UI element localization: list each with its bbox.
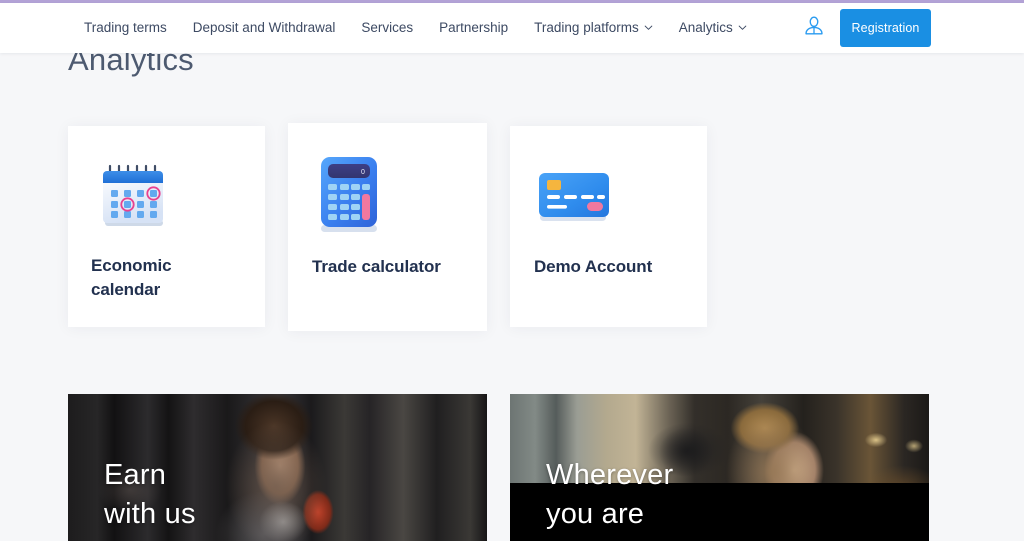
card-demo-account[interactable]: Demo Account <box>510 126 707 327</box>
nav-label: Analytics <box>678 20 733 36</box>
nav-item-services[interactable]: Services <box>361 21 413 35</box>
card-label: Trade calculator <box>312 257 441 276</box>
nav-label: Services <box>361 20 414 36</box>
svg-text:0: 0 <box>361 169 365 176</box>
nav-item-deposit-and-withdrawal[interactable]: Deposit and Withdrawal <box>193 21 336 35</box>
account-button[interactable] <box>792 3 836 53</box>
nav-label: Trading terms <box>84 20 167 36</box>
user-account-icon <box>803 15 825 42</box>
registration-button[interactable]: Registration <box>840 9 931 47</box>
nav-item-trading-platforms[interactable]: Trading platforms <box>534 21 653 35</box>
banner-title: Wherever you are <box>546 459 674 530</box>
page-root: Trading terms Deposit and Withdrawal Ser… <box>0 0 1024 541</box>
banner-title: Earn with us <box>104 459 196 530</box>
nav-item-trading-terms[interactable]: Trading terms <box>84 21 167 35</box>
calculator-icon: 0 <box>317 153 385 235</box>
registration-button-label: Registration <box>851 21 920 35</box>
chevron-down-icon <box>738 23 747 32</box>
card-economic-calendar[interactable]: Economic calendar <box>68 126 265 327</box>
main-navigation: Trading terms Deposit and Withdrawal Ser… <box>84 21 747 35</box>
nav-label: Partnership <box>439 20 509 36</box>
chevron-down-icon <box>644 23 653 32</box>
card-label: Economic calendar <box>91 256 172 300</box>
banner-wherever-you-are[interactable]: Wherever you are <box>510 394 929 541</box>
card-label: Demo Account <box>534 257 653 276</box>
calendar-icon <box>94 158 172 236</box>
credit-card-icon <box>535 169 615 227</box>
card-trade-calculator[interactable]: 0 Trade calculator <box>288 123 487 331</box>
banner-earn-with-us[interactable]: Earn with us <box>68 394 487 541</box>
header-actions: Registration <box>792 3 1024 53</box>
site-header: Trading terms Deposit and Withdrawal Ser… <box>0 3 1024 53</box>
nav-item-analytics[interactable]: Analytics <box>679 21 747 35</box>
nav-label: Trading platforms <box>534 20 639 36</box>
nav-item-partnership[interactable]: Partnership <box>439 21 508 35</box>
nav-label: Deposit and Withdrawal <box>192 20 336 36</box>
